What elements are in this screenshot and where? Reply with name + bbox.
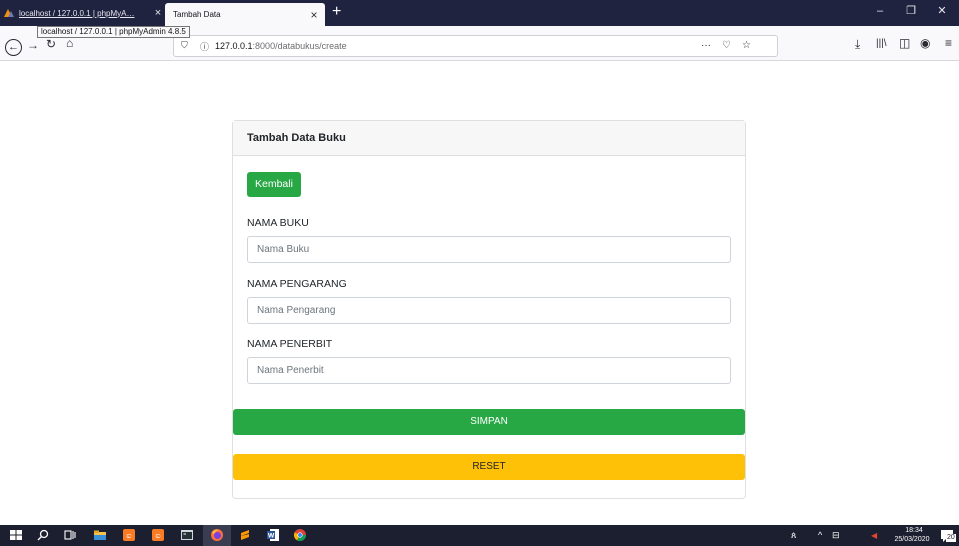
svg-text:ಐ: ಐ: [126, 531, 131, 540]
forward-icon[interactable]: →: [27, 38, 39, 52]
nama-buku-input[interactable]: [247, 236, 731, 263]
tab-phpmyadmin[interactable]: localhost / 127.0.0.1 | phpMyA… ×: [0, 0, 165, 26]
new-tab-button[interactable]: +: [332, 3, 341, 21]
people-icon[interactable]: ጰ: [791, 530, 796, 541]
url-path: :8000/databukus/create: [252, 41, 347, 51]
xampp-icon[interactable]: ಐ: [151, 528, 165, 542]
card-title: Tambah Data Buku: [233, 121, 745, 156]
action-center-icon[interactable]: 20: [940, 528, 956, 543]
windows-start-icon[interactable]: [9, 528, 23, 542]
chrome-icon[interactable]: [293, 528, 307, 542]
menu-icon[interactable]: ≡: [945, 36, 952, 50]
notification-count: 20: [946, 534, 956, 542]
tab-label: localhost / 127.0.0.1 | phpMyA…: [19, 8, 135, 18]
pocket-icon[interactable]: ♡: [722, 40, 731, 51]
more-icon[interactable]: ···: [701, 40, 711, 51]
phpmyadmin-icon: [4, 8, 15, 18]
download-icon[interactable]: ⤓: [855, 37, 860, 51]
account-icon[interactable]: ◉: [920, 36, 930, 50]
clock-date[interactable]: 25/03/2020: [888, 536, 936, 543]
reload-icon[interactable]: ↻: [46, 37, 56, 51]
tab-label: Tambah Data: [173, 10, 221, 19]
network-icon[interactable]: ⊟: [832, 530, 840, 541]
clock-time[interactable]: 18:34: [898, 527, 930, 534]
form-card: Tambah Data Buku Kembali NAMA BUKU NAMA …: [232, 120, 746, 499]
tray-chevron-up-icon[interactable]: ^: [818, 530, 822, 540]
sublime-text-icon[interactable]: [238, 528, 252, 542]
url-text[interactable]: 127.0.0.1:8000/databukus/create: [215, 41, 347, 51]
reset-button[interactable]: RESET: [233, 454, 745, 480]
close-tab-icon[interactable]: ×: [151, 7, 165, 19]
simpan-button[interactable]: SIMPAN: [233, 409, 745, 435]
nama-penerbit-label: NAMA PENERBIT: [247, 338, 333, 350]
nama-pengarang-label: NAMA PENGARANG: [247, 278, 347, 290]
tab-tambah-data[interactable]: Tambah Data ×: [165, 3, 325, 26]
shield-icon[interactable]: ⛉: [181, 40, 188, 51]
info-icon[interactable]: ⓘ: [200, 40, 209, 53]
library-icon[interactable]: |||\: [876, 37, 887, 51]
close-tab-icon[interactable]: ×: [307, 8, 321, 22]
restore-icon[interactable]: ❐: [897, 3, 925, 19]
nama-buku-label: NAMA BUKU: [247, 217, 309, 229]
address-bar[interactable]: ⛉ ⓘ 127.0.0.1:8000/databukus/create ··· …: [173, 35, 778, 57]
windows-taskbar: ಐ ಐ W ጰ ^ ⊟ ◀ 18:34 25/03/2020 20: [0, 525, 959, 546]
terminal-icon[interactable]: [180, 528, 194, 542]
svg-text:W: W: [268, 533, 275, 540]
url-host: 127.0.0.1: [215, 41, 253, 51]
svg-text:ಐ: ಐ: [155, 531, 160, 540]
xampp-icon[interactable]: ಐ: [122, 528, 136, 542]
task-view-icon[interactable]: [63, 528, 77, 542]
nama-pengarang-input[interactable]: [247, 297, 731, 324]
file-explorer-icon[interactable]: [93, 528, 107, 542]
word-icon[interactable]: W: [266, 528, 280, 542]
sidebar-icon[interactable]: ◫: [899, 36, 910, 50]
back-icon[interactable]: ←: [5, 39, 22, 56]
kembali-button[interactable]: Kembali: [247, 172, 301, 197]
search-icon[interactable]: [36, 528, 50, 542]
browser-tab-bar: localhost / 127.0.0.1 | phpMyA… × Tambah…: [0, 0, 959, 26]
bookmark-star-icon[interactable]: ☆: [742, 40, 751, 51]
volume-icon[interactable]: ◀: [871, 531, 877, 540]
nama-penerbit-input[interactable]: [247, 357, 731, 384]
tab-tooltip: localhost / 127.0.0.1 | phpMyAdmin 4.8.5: [37, 26, 190, 38]
home-icon[interactable]: ⌂: [66, 36, 73, 50]
close-window-icon[interactable]: ✕: [928, 3, 956, 19]
minimize-icon[interactable]: –: [866, 3, 894, 19]
firefox-icon[interactable]: [210, 528, 224, 542]
